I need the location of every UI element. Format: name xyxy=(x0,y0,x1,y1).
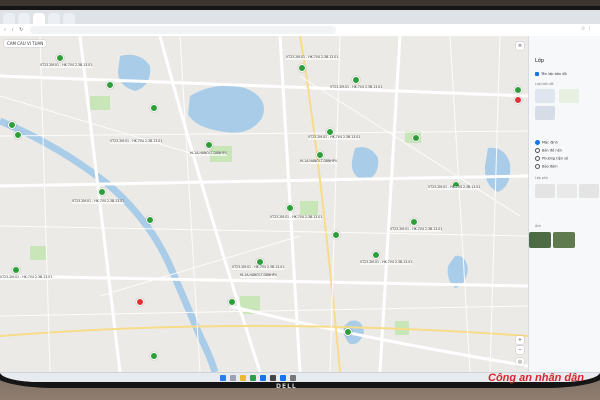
marker-label: VT23.2M.01 - HK.7V4 2.3B.13.01 xyxy=(428,185,481,190)
map-marker[interactable] xyxy=(514,86,522,94)
basemap-thumbnail[interactable] xyxy=(559,89,579,103)
radio-option[interactable]: Bản đồ nền xyxy=(535,148,562,153)
marker-label: VT23.2M.01 - HK.7V4 2.3B.13.01 xyxy=(330,85,383,90)
radio-icon[interactable] xyxy=(535,156,540,161)
map-title-chip[interactable]: CAM CAU VI TUAN xyxy=(4,40,47,47)
map-marker[interactable] xyxy=(332,231,340,239)
map-marker[interactable] xyxy=(150,352,158,360)
radio-selected-icon[interactable] xyxy=(535,140,540,145)
marker-label: VT23.2M.01 - HK.7V4 2.3B.13.01 xyxy=(360,260,413,265)
layers-icon[interactable]: ≡ xyxy=(516,42,524,50)
browser-tab[interactable] xyxy=(3,13,15,24)
radio-option[interactable]: Mặc định xyxy=(535,140,558,145)
park xyxy=(90,96,110,110)
map-marker[interactable] xyxy=(228,298,236,306)
windows-start-icon[interactable] xyxy=(220,375,226,381)
park xyxy=(30,246,46,260)
map-marker-alert[interactable] xyxy=(136,298,144,306)
map-marker[interactable] xyxy=(286,204,294,212)
map-marker[interactable] xyxy=(352,76,360,84)
map-marker[interactable] xyxy=(98,188,106,196)
app-icon[interactable] xyxy=(290,375,296,381)
map-marker[interactable] xyxy=(205,141,213,149)
marker-label: VT23.2M.01 - HK.7V4 2.3B.13.01 xyxy=(0,275,53,280)
map-marker-alert[interactable] xyxy=(514,96,522,104)
extensions-icon[interactable]: ☆ ⋮ xyxy=(581,26,592,32)
monitor-screen: ‹ › ↻ ☆ ⋮ CAM CAU VI TUAN VT23.2M.01 - H… xyxy=(0,10,600,382)
overlay-thumbnail[interactable] xyxy=(535,184,555,198)
photo-thumbnail[interactable] xyxy=(553,232,575,248)
navigation-arrows-icon[interactable]: ‹ › ↻ xyxy=(4,27,25,33)
map-marker[interactable] xyxy=(298,64,306,72)
park xyxy=(300,201,318,215)
url-field[interactable] xyxy=(30,26,336,34)
map-marker[interactable] xyxy=(344,328,352,336)
section-label: Loại bản đồ xyxy=(535,82,554,86)
minus-icon[interactable]: − xyxy=(516,346,524,354)
map-marker[interactable] xyxy=(316,151,324,159)
browser-tab[interactable] xyxy=(63,13,75,24)
marker-label: VT23.2M.01 - HK.7V4 2.3B.13.01 xyxy=(286,55,339,60)
map-marker[interactable] xyxy=(372,251,380,259)
marker-label-sub: HL1A-HANOI-T-D8NHP4 xyxy=(190,151,227,156)
basemap-thumbnail[interactable] xyxy=(535,106,555,120)
marker-label: VT23.2M.01 - HK.7V4 2.3B.13.01 xyxy=(110,139,163,144)
map-marker[interactable] xyxy=(56,54,64,62)
map-marker[interactable] xyxy=(8,121,16,129)
marker-label: VT23.2M.01 - HK.7V4 2.3B.13.01 xyxy=(308,135,361,140)
overlay-thumbnail[interactable] xyxy=(557,184,577,198)
radio-icon[interactable] xyxy=(535,164,540,169)
radio-icon[interactable] xyxy=(535,148,540,153)
section-label: Lớp phủ xyxy=(535,176,548,180)
map-marker[interactable] xyxy=(146,216,154,224)
plus-icon[interactable]: + xyxy=(516,336,524,344)
radio-label: Bản đồ nền xyxy=(542,148,562,153)
search-icon[interactable] xyxy=(230,375,236,381)
marker-label: VT23.2M.01 - HK.7V4 2.3B.13.01 xyxy=(40,63,93,68)
marker-label-sub: HL1A-HANOI-T-D8NHP4 xyxy=(240,273,277,278)
radio-option[interactable]: Bảo đảm xyxy=(535,164,558,169)
app-icon[interactable] xyxy=(270,375,276,381)
map-marker[interactable] xyxy=(12,266,20,274)
publisher-watermark: Công an nhân dân xyxy=(488,372,584,384)
overlay-thumbnail[interactable] xyxy=(579,184,599,198)
layer-checkbox-label: Tên lớp bản đồ xyxy=(541,72,567,76)
file-explorer-icon[interactable] xyxy=(240,375,246,381)
radio-option[interactable]: Phương tiện số xyxy=(535,156,568,161)
map-marker[interactable] xyxy=(106,81,114,89)
map-marker[interactable] xyxy=(150,104,158,112)
section-label: Ảnh xyxy=(535,224,542,228)
app-icon[interactable] xyxy=(280,375,286,381)
marker-label: VT23.2M.01 - HK.7V4 2.3B.13.01 xyxy=(390,227,443,232)
radio-label: Bảo đảm xyxy=(542,164,558,169)
monitor-brand-logo: DELL xyxy=(276,383,297,390)
marker-label-sub: HL1A-HANOI-T-D8NHP4 xyxy=(300,159,337,164)
mail-icon[interactable] xyxy=(260,375,266,381)
basemap-thumbnail[interactable] xyxy=(535,89,555,103)
layer-checkbox[interactable]: Tên lớp bản đồ xyxy=(535,72,567,76)
map-marker[interactable] xyxy=(410,218,418,226)
marker-label: VT23.2M.01 - HK.7V4 2.3B.13.01 xyxy=(270,215,323,220)
browser-tab-strip xyxy=(0,10,600,24)
browser-tab[interactable] xyxy=(33,13,45,24)
marker-label: VT23.2M.01 - HK.7V4 2.3B.13.01 xyxy=(72,199,125,204)
map-view[interactable]: CAM CAU VI TUAN VT23.2M.01 - HK.7V4 2.3B… xyxy=(0,36,528,372)
checkbox-checked-icon[interactable] xyxy=(535,72,539,76)
browser-icon[interactable] xyxy=(250,375,256,381)
taskbar-icons xyxy=(220,375,296,381)
radio-label: Phương tiện số xyxy=(542,156,569,161)
map-marker[interactable] xyxy=(14,131,22,139)
radio-label: Mặc định xyxy=(542,140,558,145)
layers-panel: Lớp Tên lớp bản đồ Loại bản đồ Mặc định … xyxy=(528,36,600,372)
browser-tab[interactable] xyxy=(48,13,60,24)
map-base-layer xyxy=(0,36,528,372)
marker-label: VT23.2M.01 - HK.7V4 2.3B.13.01 xyxy=(232,265,285,270)
locate-icon[interactable]: ◎ xyxy=(516,358,524,366)
panel-title: Lớp xyxy=(535,58,545,64)
browser-tab[interactable] xyxy=(18,13,30,24)
photo-thumbnail[interactable] xyxy=(529,232,551,248)
map-marker[interactable] xyxy=(412,134,420,142)
